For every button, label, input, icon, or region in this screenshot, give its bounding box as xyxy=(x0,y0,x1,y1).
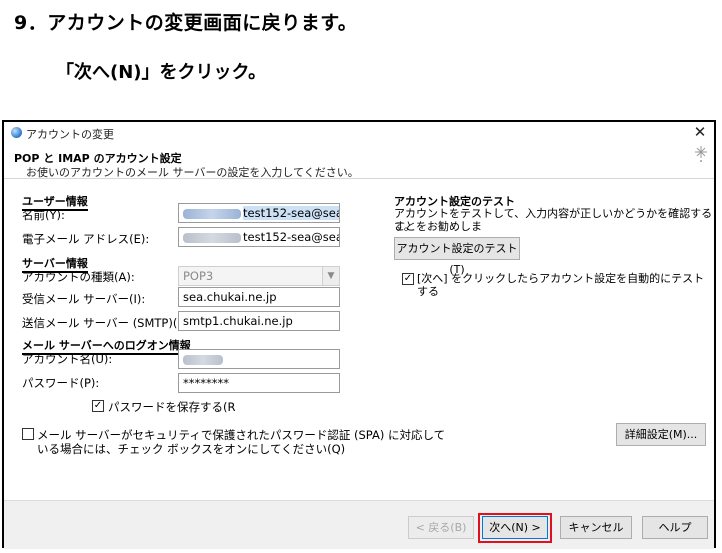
dialog-footer: < 戻る(B) 次へ(N) > キャンセル ヘルプ xyxy=(4,500,714,549)
step-instruction: 9．アカウントの変更画面に戻ります。 xyxy=(14,12,358,34)
spa-label-line2: いる場合には、チェック ボックスをオンにしてください(Q) xyxy=(37,442,346,456)
test-account-settings-button[interactable]: アカウント設定のテスト(T) xyxy=(394,237,520,276)
test-description-line2: す。 xyxy=(394,220,415,233)
help-button[interactable]: ヘルプ xyxy=(642,516,708,539)
incoming-server-label: 受信メール サーバー(I): xyxy=(22,292,146,306)
name-label: 名前(Y): xyxy=(22,208,65,222)
remember-password-label: パスワードを保存する(R xyxy=(108,400,236,414)
email-label: 電子メール アドレス(E): xyxy=(22,232,150,246)
account-type-select[interactable]: POP3 ▼ xyxy=(178,266,340,286)
spa-checkbox[interactable] xyxy=(22,428,34,440)
dialog-body: ユーザー情報 名前(Y): test152-sea@sea.chukai.ne.… xyxy=(4,179,714,500)
account-type-label: アカウントの種類(A): xyxy=(22,270,135,284)
cancel-button[interactable]: キャンセル xyxy=(560,516,632,539)
outlook-globe-icon xyxy=(11,127,22,138)
email-field[interactable]: test152-sea@sea.chukai.ne.jp xyxy=(178,227,340,247)
blurred-text xyxy=(183,354,223,365)
incoming-server-field[interactable]: sea.chukai.ne.jp xyxy=(178,287,340,307)
auto-test-label: [次へ] をクリックしたらアカウント設定を自動的にテストする xyxy=(417,272,705,298)
chevron-down-icon: ▼ xyxy=(322,267,339,285)
blurred-text xyxy=(183,208,241,219)
email-value: test152-sea@sea.chukai.ne.jp xyxy=(243,230,339,244)
account-change-dialog: アカウントの変更 ✕ POP と IMAP のアカウント設定 お使いのアカウント… xyxy=(2,120,716,549)
name-value: test152-sea@sea.chukai.ne.jp xyxy=(243,206,339,220)
more-settings-button[interactable]: 詳細設定(M)... xyxy=(616,423,706,446)
next-button-highlight xyxy=(478,513,552,543)
password-field[interactable]: ******** xyxy=(178,373,340,393)
step-action: 「次へ(N)」をクリック。 xyxy=(56,62,267,83)
account-name-field[interactable] xyxy=(178,349,340,369)
outgoing-server-field[interactable]: smtp1.chukai.ne.jp xyxy=(178,311,340,331)
remember-password-checkbox[interactable]: ✓ xyxy=(92,400,104,412)
back-button[interactable]: < 戻る(B) xyxy=(408,516,474,539)
blurred-text xyxy=(183,232,241,243)
outgoing-server-label: 送信メール サーバー (SMTP)(O): xyxy=(22,316,195,330)
dialog-header: POP と IMAP のアカウント設定 お使いのアカウントのメール サーバーの設… xyxy=(4,144,714,179)
auto-test-checkbox[interactable]: ✓ xyxy=(402,273,414,285)
sparkle-icon xyxy=(695,146,707,162)
close-icon[interactable]: ✕ xyxy=(690,122,710,142)
test-description-line1: アカウントをテストして、入力内容が正しいかどうかを確認することをお勧めしま xyxy=(394,207,713,233)
account-type-value: POP3 xyxy=(183,269,214,283)
account-name-label: アカウント名(U): xyxy=(22,352,113,366)
password-label: パスワード(P): xyxy=(22,376,100,390)
dialog-title: アカウントの変更 xyxy=(26,128,114,141)
title-bar: アカウントの変更 ✕ xyxy=(4,122,714,144)
name-field[interactable]: test152-sea@sea.chukai.ne.jp xyxy=(178,203,340,223)
